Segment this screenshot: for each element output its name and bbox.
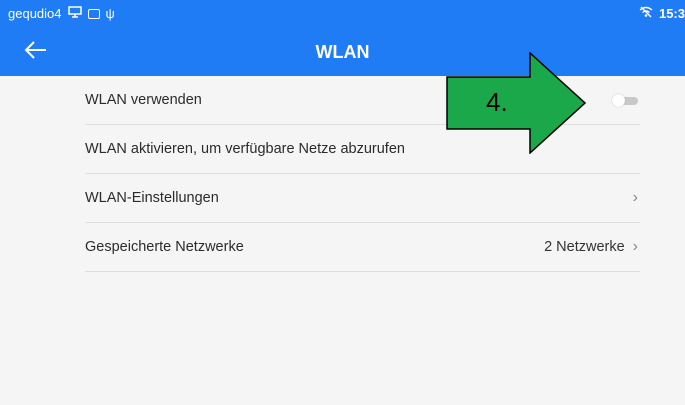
image-icon	[87, 8, 100, 19]
annotation-arrow-icon	[446, 52, 586, 154]
status-bar: gequdio4 ψ 15:3	[0, 0, 685, 28]
cast-icon	[67, 6, 82, 21]
annotation-label: 4.	[486, 87, 508, 117]
list-item-saved-networks[interactable]: Gespeicherte Netzwerke 2 Netzwerke ›	[85, 223, 640, 272]
list-item-wlan-settings[interactable]: WLAN-Einstellungen ›	[85, 174, 640, 223]
status-left: gequdio4 ψ	[8, 6, 115, 21]
wifi-off-icon	[639, 6, 653, 21]
status-right: 15:3	[639, 6, 685, 21]
clock: 15:3	[658, 6, 685, 21]
wlan-toggle-switch[interactable]	[612, 94, 640, 107]
saved-networks-count: 2 Netzwerke	[544, 239, 625, 255]
screen: gequdio4 ψ 15:3 WLAN WLAN verwenden WLAN…	[0, 0, 685, 405]
chevron-right-icon: ›	[632, 189, 638, 206]
toggle-knob	[612, 94, 625, 107]
list-item-label: WLAN-Einstellungen	[85, 190, 219, 206]
list-item-label: Gespeicherte Netzwerke	[85, 239, 244, 255]
chevron-right-icon: ›	[632, 238, 638, 255]
device-name: gequdio4	[8, 6, 62, 21]
usb-icon: ψ	[105, 6, 115, 21]
